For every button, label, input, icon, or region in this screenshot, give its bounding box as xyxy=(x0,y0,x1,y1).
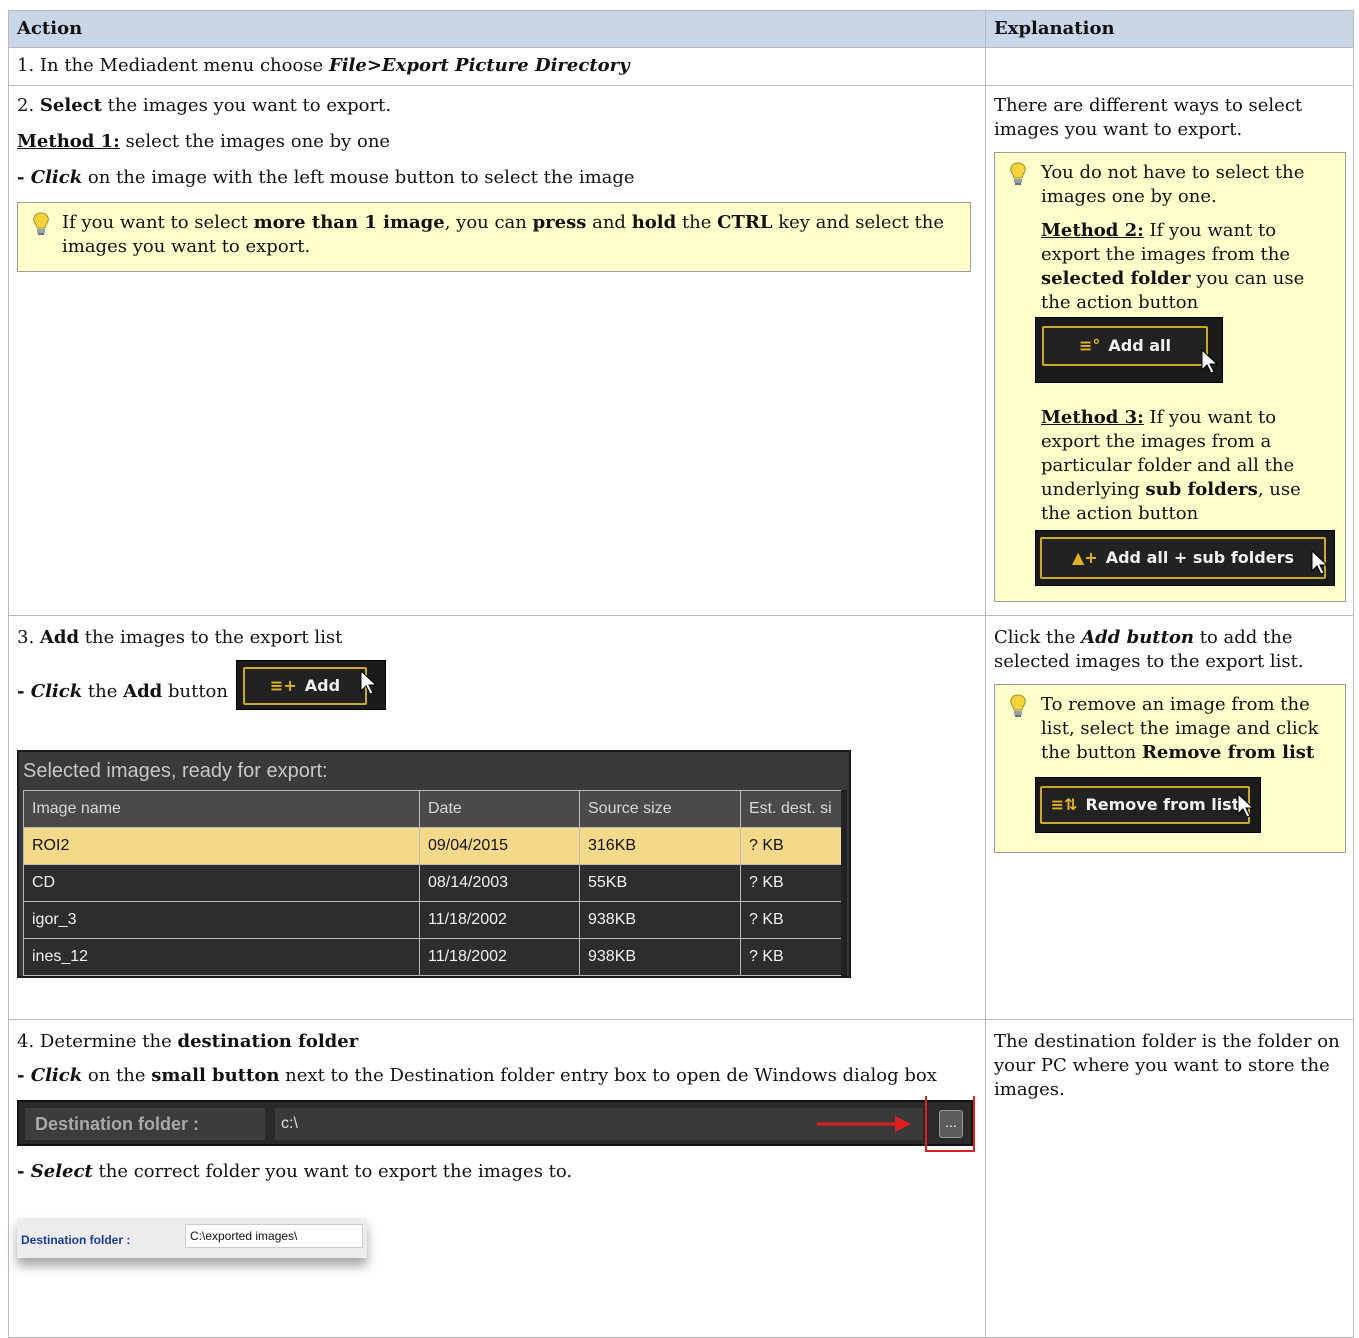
cell-image-name: ROI2 xyxy=(23,827,420,865)
cell-date: 11/18/2002 xyxy=(419,938,580,976)
add-all-sub-folders-button[interactable]: ▲+ Add all + sub folders xyxy=(1035,530,1335,586)
table-row[interactable]: CD 08/14/2003 55KB ? KB xyxy=(23,864,846,902)
header-row: Action Explanation xyxy=(8,10,1354,48)
cell-image-name: igor_3 xyxy=(23,901,420,939)
add-folder-icon: ▲+ xyxy=(1072,548,1098,567)
lightbulb-icon xyxy=(1010,162,1026,185)
remove-tip-box: To remove an image from the list, select… xyxy=(994,684,1346,853)
col-est-dest-size[interactable]: Est. dest. si xyxy=(740,790,846,828)
cell-date: 08/14/2003 xyxy=(419,864,580,902)
add-button[interactable]: ≡+ Add xyxy=(235,660,386,710)
step-1-text: 1. In the Mediadent menu choose xyxy=(17,55,329,76)
table-row[interactable]: ines_12 11/18/2002 938KB ? KB xyxy=(23,938,846,976)
lightbulb-icon xyxy=(1010,694,1026,717)
step-3-heading: 3. Add the images to the export list xyxy=(17,627,343,648)
cell-image-name: CD xyxy=(23,864,420,902)
step-1-row: 1. In the Mediadent menu choose File>Exp… xyxy=(8,47,1354,86)
highlight-box xyxy=(925,1096,975,1152)
col-date[interactable]: Date xyxy=(419,790,580,828)
lightbulb-icon xyxy=(33,212,49,235)
cell-source-size: 938KB xyxy=(579,938,741,976)
header-action: Action xyxy=(8,10,986,48)
cell-source-size: 938KB xyxy=(579,901,741,939)
menu-path: File>Export Picture Directory xyxy=(328,55,630,76)
destination-folder-bar: Destination folder : c:\ ... xyxy=(17,1096,975,1152)
destination-folder-example-label: Destination folder : xyxy=(21,1233,131,1247)
remove-icon: ≡⇅ xyxy=(1050,795,1078,814)
click-add-line: - Click the Add button ≡+ Add xyxy=(17,660,977,710)
cell-source-size: 55KB xyxy=(579,864,741,902)
click-small-button-line: - Click on the small button next to the … xyxy=(17,1065,937,1086)
mouse-cursor-icon xyxy=(1237,792,1255,818)
add-all-icon: ≡° xyxy=(1078,336,1101,355)
step-4-row: 4. Determine the destination folder - Cl… xyxy=(8,1019,1354,1338)
cell-image-name: ines_12 xyxy=(23,938,420,976)
table-row[interactable]: ROI2 09/04/2015 316KB ? KB xyxy=(23,827,846,865)
destination-folder-example-input[interactable]: C:\exported images\ xyxy=(185,1224,363,1248)
methods-tip-box: You do not have to select the images one… xyxy=(994,152,1346,602)
destination-folder-label: Destination folder : xyxy=(25,1108,265,1140)
step-2-heading: 2. Select the images you want to export. xyxy=(17,95,392,116)
add-icon: ≡+ xyxy=(269,676,297,695)
mouse-cursor-icon xyxy=(1201,348,1219,374)
cell-est-size: ? KB xyxy=(740,827,846,865)
cell-est-size: ? KB xyxy=(740,938,846,976)
method-2-text: Method 2: If you want to export the imag… xyxy=(1041,220,1305,313)
grid-title: Selected images, ready for export: xyxy=(23,760,328,782)
add-all-button[interactable]: ≡° Add all xyxy=(1035,317,1223,383)
cell-source-size: 316KB xyxy=(579,827,741,865)
remove-from-list-button[interactable]: ≡⇅ Remove from list xyxy=(1035,777,1261,833)
step-4-explanation: The destination folder is the folder on … xyxy=(985,1019,1354,1338)
step-2-explanation: There are different ways to select image… xyxy=(985,85,1354,616)
mouse-cursor-icon xyxy=(1311,549,1329,575)
grid-header-row: Image name Date Source size Est. dest. s… xyxy=(23,790,846,828)
step-1-explanation xyxy=(985,47,1354,86)
step-2-row: 2. Select the images you want to export.… xyxy=(8,85,1354,616)
step-4-action: 4. Determine the destination folder - Cl… xyxy=(8,1019,986,1338)
remove-tip-text: To remove an image from the list, select… xyxy=(1041,694,1319,763)
grid-scrollbar[interactable] xyxy=(841,790,847,976)
ctrl-tip-box: If you want to select more than 1 image,… xyxy=(17,202,971,272)
add-button-explanation: Click the Add button to add the selected… xyxy=(994,627,1304,672)
step-3-action: 3. Add the images to the export list - C… xyxy=(8,615,986,1020)
red-arrow-icon xyxy=(817,1116,911,1132)
one-by-one-text: You do not have to select the images one… xyxy=(1041,162,1305,207)
header-explanation: Explanation xyxy=(985,10,1354,48)
click-image-line: - Click on the image with the left mouse… xyxy=(17,167,635,188)
step-2-action: 2. Select the images you want to export.… xyxy=(8,85,986,616)
cell-est-size: ? KB xyxy=(740,901,846,939)
method-1-line: Method 1: select the images one by one xyxy=(17,131,391,152)
col-image-name[interactable]: Image name xyxy=(23,790,420,828)
step-3-explanation: Click the Add button to add the selected… xyxy=(985,615,1354,1020)
table-row[interactable]: igor_3 11/18/2002 938KB ? KB xyxy=(23,901,846,939)
cell-date: 11/18/2002 xyxy=(419,901,580,939)
export-list-grid: Selected images, ready for export: Image… xyxy=(17,750,851,978)
export-list-table: Image name Date Source size Est. dest. s… xyxy=(23,790,846,976)
mouse-cursor-icon xyxy=(360,669,378,695)
cell-est-size: ? KB xyxy=(740,864,846,902)
method-3-text: Method 3: If you want to export the imag… xyxy=(1041,407,1301,524)
col-source-size[interactable]: Source size xyxy=(579,790,741,828)
destination-folder-example: Destination folder : C:\exported images\ xyxy=(17,1218,367,1258)
step-1-action: 1. In the Mediadent menu choose File>Exp… xyxy=(8,47,986,86)
instructions-table: Action Explanation 1. In the Mediadent m… xyxy=(8,10,1354,1338)
step-4-heading: 4. Determine the destination folder xyxy=(17,1031,359,1052)
cell-date: 09/04/2015 xyxy=(419,827,580,865)
select-folder-line: - Select the correct folder you want to … xyxy=(17,1161,573,1182)
step-3-row: 3. Add the images to the export list - C… xyxy=(8,615,1354,1020)
select-ways-text: There are different ways to select image… xyxy=(994,95,1303,140)
